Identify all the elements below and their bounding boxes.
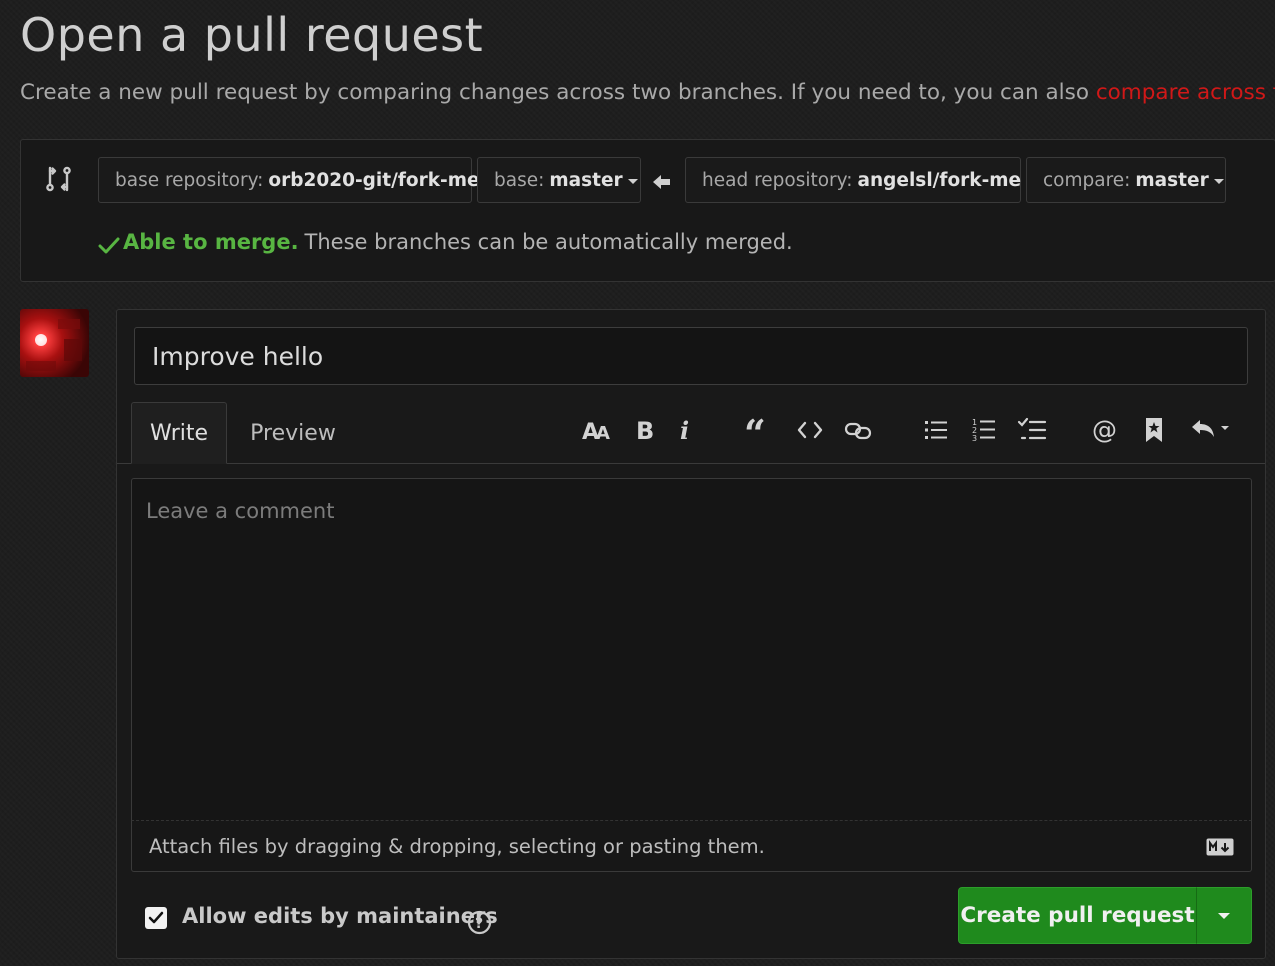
compare-branch-label: compare:	[1043, 169, 1131, 191]
caret-down-icon	[627, 178, 638, 184]
attach-files-bar[interactable]: Attach files by dragging & dropping, sel…	[131, 820, 1252, 872]
reply-icon[interactable]	[1188, 412, 1234, 448]
merge-status-text: These branches can be automatically merg…	[304, 230, 793, 254]
compare-branch-value: master	[1135, 169, 1209, 191]
tab-write[interactable]: Write	[131, 402, 227, 464]
merge-ok-label: Able to merge.	[123, 230, 299, 254]
caret-down-icon	[1213, 178, 1224, 184]
base-branch-label: base:	[494, 169, 545, 191]
base-repository-picker[interactable]: base repository: orb2020-git/fork-me	[98, 157, 495, 203]
task-list-icon[interactable]	[1014, 412, 1050, 448]
svg-text:?: ?	[475, 916, 483, 932]
link-icon[interactable]	[840, 412, 876, 448]
code-icon[interactable]	[792, 412, 828, 448]
avatar[interactable]	[20, 309, 89, 377]
markdown-icon[interactable]	[1206, 838, 1234, 856]
page-subtitle: Create a new pull request by comparing c…	[20, 80, 1275, 105]
text-size-icon[interactable]: AA	[579, 412, 615, 448]
subtitle-text: Create a new pull request by comparing c…	[20, 80, 1096, 105]
compare-across-forks-link[interactable]: compare across forks	[1096, 80, 1275, 105]
base-repository-value: orb2020-git/fork-me	[268, 169, 480, 191]
caret-down-icon	[1218, 912, 1230, 919]
svg-text:3: 3	[972, 434, 977, 443]
check-icon	[98, 237, 120, 254]
unordered-list-icon[interactable]	[918, 412, 954, 448]
comment-textarea[interactable]	[131, 478, 1252, 821]
question-icon[interactable]: ?	[467, 910, 492, 935]
bookmark-icon[interactable]	[1136, 412, 1172, 448]
svg-text:“: “	[744, 417, 766, 443]
head-repository-picker[interactable]: head repository: angelsl/fork-me	[685, 157, 1037, 203]
checkmark-icon	[148, 911, 164, 924]
tab-preview[interactable]: Preview	[237, 402, 349, 464]
svg-text:A: A	[596, 423, 610, 443]
svg-text:@: @	[1092, 416, 1117, 444]
svg-text:B: B	[636, 417, 654, 443]
quote-icon[interactable]: “	[739, 412, 775, 448]
head-repository-label: head repository:	[702, 169, 853, 191]
svg-text:i: i	[680, 417, 689, 443]
mention-icon[interactable]: @	[1087, 412, 1123, 448]
compare-branch-picker[interactable]: compare: master	[1026, 157, 1226, 203]
create-options-dropdown[interactable]	[1196, 887, 1252, 944]
arrow-left-icon	[652, 172, 672, 192]
bold-icon[interactable]: B	[627, 412, 663, 448]
base-branch-picker[interactable]: base: master	[477, 157, 641, 203]
allow-edits-checkbox[interactable]	[145, 907, 167, 929]
base-repository-label: base repository:	[115, 169, 264, 191]
base-branch-value: master	[549, 169, 623, 191]
page-title: Open a pull request	[20, 8, 484, 62]
merge-status: Able to merge. These branches can be aut…	[98, 228, 793, 256]
ordered-list-icon[interactable]: 123	[966, 412, 1002, 448]
head-repository-value: angelsl/fork-me	[857, 169, 1022, 191]
compare-arrows-icon	[45, 165, 73, 193]
italic-icon[interactable]: i	[668, 412, 704, 448]
allow-edits-label[interactable]: Allow edits by maintainers	[182, 904, 498, 928]
pr-title-input[interactable]	[134, 327, 1248, 385]
create-pull-request-button[interactable]: Create pull request	[958, 887, 1197, 944]
